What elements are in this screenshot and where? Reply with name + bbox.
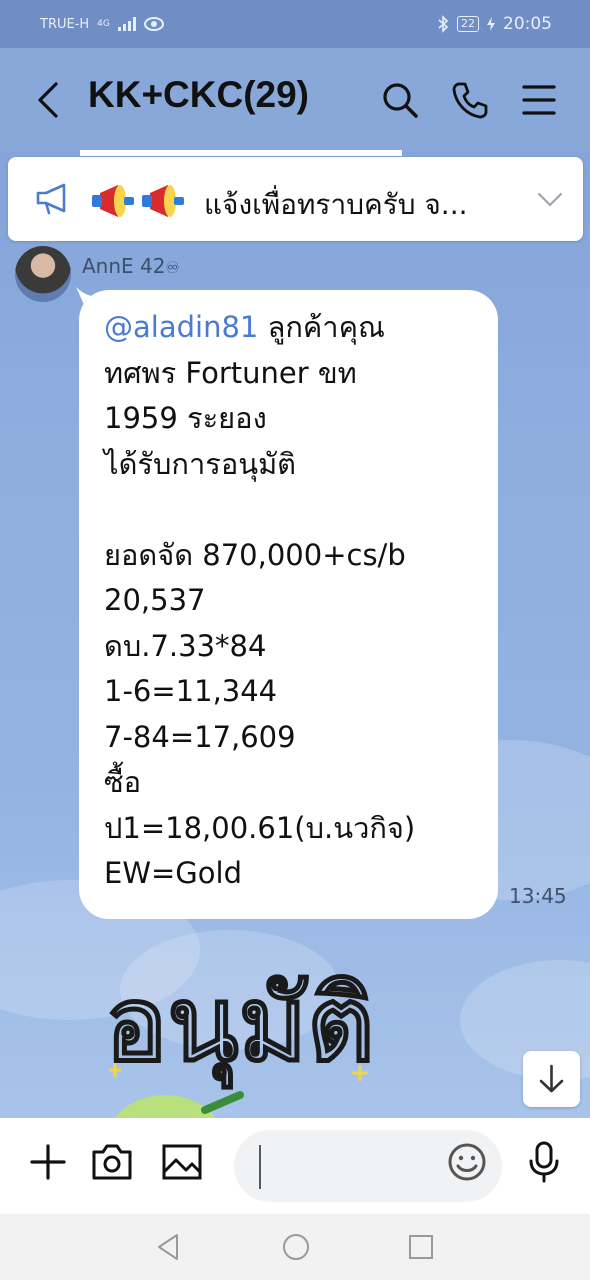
message-line: ยอดจัด 870,000+cs/b	[104, 537, 406, 572]
message-line	[104, 487, 484, 533]
status-bar: TRUE-H 4G 22 20:05	[0, 0, 590, 48]
microphone-icon[interactable]	[522, 1140, 566, 1184]
avatar[interactable]	[15, 246, 71, 302]
nav-recents-icon[interactable]	[406, 1232, 436, 1262]
chat-title: KK+CKC(29)	[88, 74, 310, 115]
chat-header: KK+CKC(29)	[0, 48, 590, 152]
battery-level: 22	[461, 17, 475, 30]
sender-name: AnnE 42♾	[82, 254, 180, 278]
scroll-down-button[interactable]	[523, 1051, 580, 1107]
announcement-banner[interactable]: แจ้งเพื่อทราบครับ จ...	[8, 157, 583, 241]
message-line: ป1=18,00.61(บ.นวกิจ)	[104, 810, 416, 845]
message-line: ทศพร Fortuner ขท	[104, 355, 357, 390]
message-line: 7-84=17,609	[104, 719, 296, 754]
nav-back-icon[interactable]	[153, 1232, 183, 1262]
plus-icon[interactable]	[26, 1140, 70, 1184]
announcement-text: แจ้งเพื่อทราบครับ จ...	[204, 188, 468, 221]
network-type: 4G	[97, 18, 110, 29]
text-caret	[259, 1145, 261, 1189]
message-line: 1-6=11,344	[104, 674, 278, 708]
camera-icon[interactable]	[90, 1140, 134, 1184]
message-line: @aladin81 ลูกค้าคุณ	[104, 310, 385, 344]
megaphone-emoji	[142, 185, 184, 217]
message-line: ได้รับการอนุมัติ	[104, 446, 297, 481]
input-bar	[0, 1118, 590, 1214]
eye-icon	[143, 17, 164, 31]
back-arrow-icon[interactable]	[34, 80, 64, 120]
menu-icon[interactable]	[520, 80, 560, 120]
bluetooth-icon	[438, 15, 449, 33]
message-line: EW=Gold	[104, 856, 242, 890]
sender-suffix: ♾	[165, 258, 180, 277]
emoji-icon[interactable]	[445, 1140, 489, 1184]
search-icon[interactable]	[380, 80, 420, 120]
status-time: 20:05	[503, 14, 552, 34]
image-icon[interactable]	[160, 1140, 204, 1184]
header-tab-indicator	[80, 150, 402, 156]
chevron-down-icon[interactable]	[536, 185, 564, 213]
battery-icon: 22	[457, 16, 479, 32]
arrow-down-icon	[539, 1064, 564, 1093]
phone-icon[interactable]	[450, 80, 490, 120]
system-nav-bar	[0, 1214, 590, 1280]
charging-icon	[487, 17, 495, 31]
message-line: 1959 ระยอง	[104, 401, 267, 435]
message-text: @aladin81 ลูกค้าคุณ ทศพร Fortuner ขท 195…	[104, 305, 484, 897]
sender-name-text: AnnE 42	[82, 254, 166, 278]
mention-link[interactable]: @aladin81	[104, 310, 258, 344]
megaphone-icon	[36, 183, 66, 215]
nav-home-icon[interactable]	[281, 1232, 311, 1262]
message-time: 13:45	[509, 884, 567, 908]
sticker[interactable]: อนุมัติ	[95, 945, 395, 1120]
carrier-label: TRUE-H	[40, 16, 90, 32]
message-line: ดบ.7.33*84	[104, 628, 267, 663]
message-line: 20,537	[104, 583, 206, 617]
signal-icon	[117, 17, 136, 31]
message-line: ซื้อ	[104, 765, 142, 799]
sticker-text: อนุมัติ	[105, 963, 375, 1088]
megaphone-emoji	[92, 185, 134, 217]
